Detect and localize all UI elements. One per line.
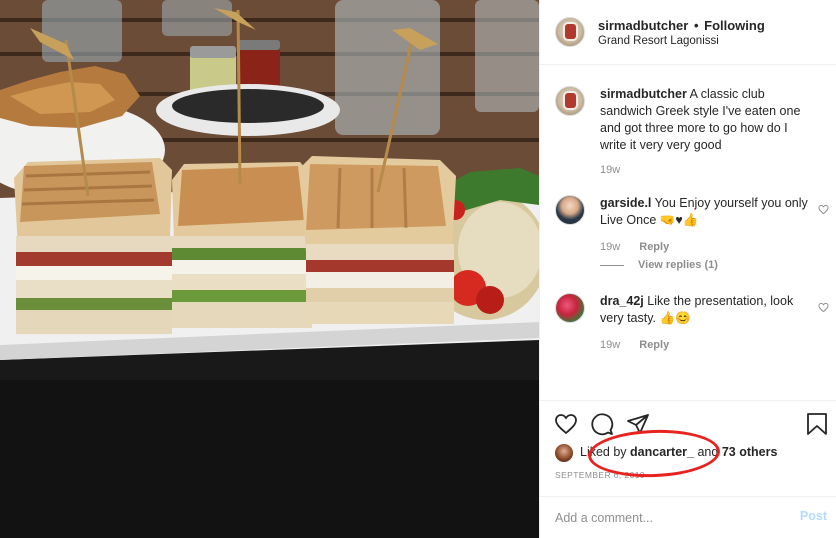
caption-meta: 19w <box>600 164 620 176</box>
liker-avatar[interactable] <box>555 444 573 462</box>
post-button[interactable]: Post <box>800 509 827 523</box>
owner-username[interactable]: sirmadbutcher <box>598 18 688 33</box>
caption-username[interactable]: sirmadbutcher <box>600 87 687 101</box>
view-replies-button[interactable]: View replies (1) <box>600 259 718 271</box>
separator-dot: • <box>693 18 699 33</box>
owner-avatar[interactable] <box>555 17 585 47</box>
comment-age[interactable]: 19w <box>600 339 620 351</box>
header-user-line: sirmadbutcher • Following <box>598 18 765 33</box>
comment-username[interactable]: dra_42j <box>600 294 644 308</box>
commenter-avatar[interactable] <box>555 293 585 323</box>
small-heart-icon[interactable] <box>818 204 829 215</box>
following-button[interactable]: Following <box>704 18 765 33</box>
comment-text: dra_42j Like the presentation, look very… <box>600 293 815 327</box>
comment-item: garside.l You Enjoy yourself you only Li… <box>540 195 836 275</box>
replies-divider <box>600 264 624 266</box>
caption-age[interactable]: 19w <box>600 164 620 176</box>
location-link[interactable]: Grand Resort Lagonissi <box>598 35 719 47</box>
comment-meta: 19w Reply <box>600 241 669 253</box>
commenter-avatar[interactable] <box>555 195 585 225</box>
heart-icon[interactable] <box>554 412 578 436</box>
add-comment-bar: Post <box>540 496 836 538</box>
reply-button[interactable]: Reply <box>639 241 669 253</box>
bookmark-icon[interactable] <box>806 412 828 436</box>
comment-meta: 19w Reply <box>600 339 669 351</box>
caption-text: sirmadbutcher A classic club sandwich Gr… <box>600 86 815 154</box>
comment-item: dra_42j Like the presentation, look very… <box>540 293 836 363</box>
comment-icon[interactable] <box>590 412 614 436</box>
comment-username[interactable]: garside.l <box>600 196 651 210</box>
reply-button[interactable]: Reply <box>639 339 669 351</box>
small-heart-icon[interactable] <box>818 302 829 313</box>
post-header: sirmadbutcher • Following Grand Resort L… <box>540 0 836 65</box>
comment-text: garside.l You Enjoy yourself you only Li… <box>600 195 815 229</box>
caption-block: sirmadbutcher A classic club sandwich Gr… <box>540 86 836 181</box>
others-count[interactable]: 73 others <box>722 445 778 459</box>
view-replies-label: View replies (1) <box>638 259 718 271</box>
post-photo[interactable] <box>0 0 539 538</box>
club-sandwich-photo <box>0 0 539 538</box>
caption-avatar[interactable] <box>555 86 585 116</box>
comment-input[interactable] <box>555 509 775 527</box>
comment-age[interactable]: 19w <box>600 241 620 253</box>
